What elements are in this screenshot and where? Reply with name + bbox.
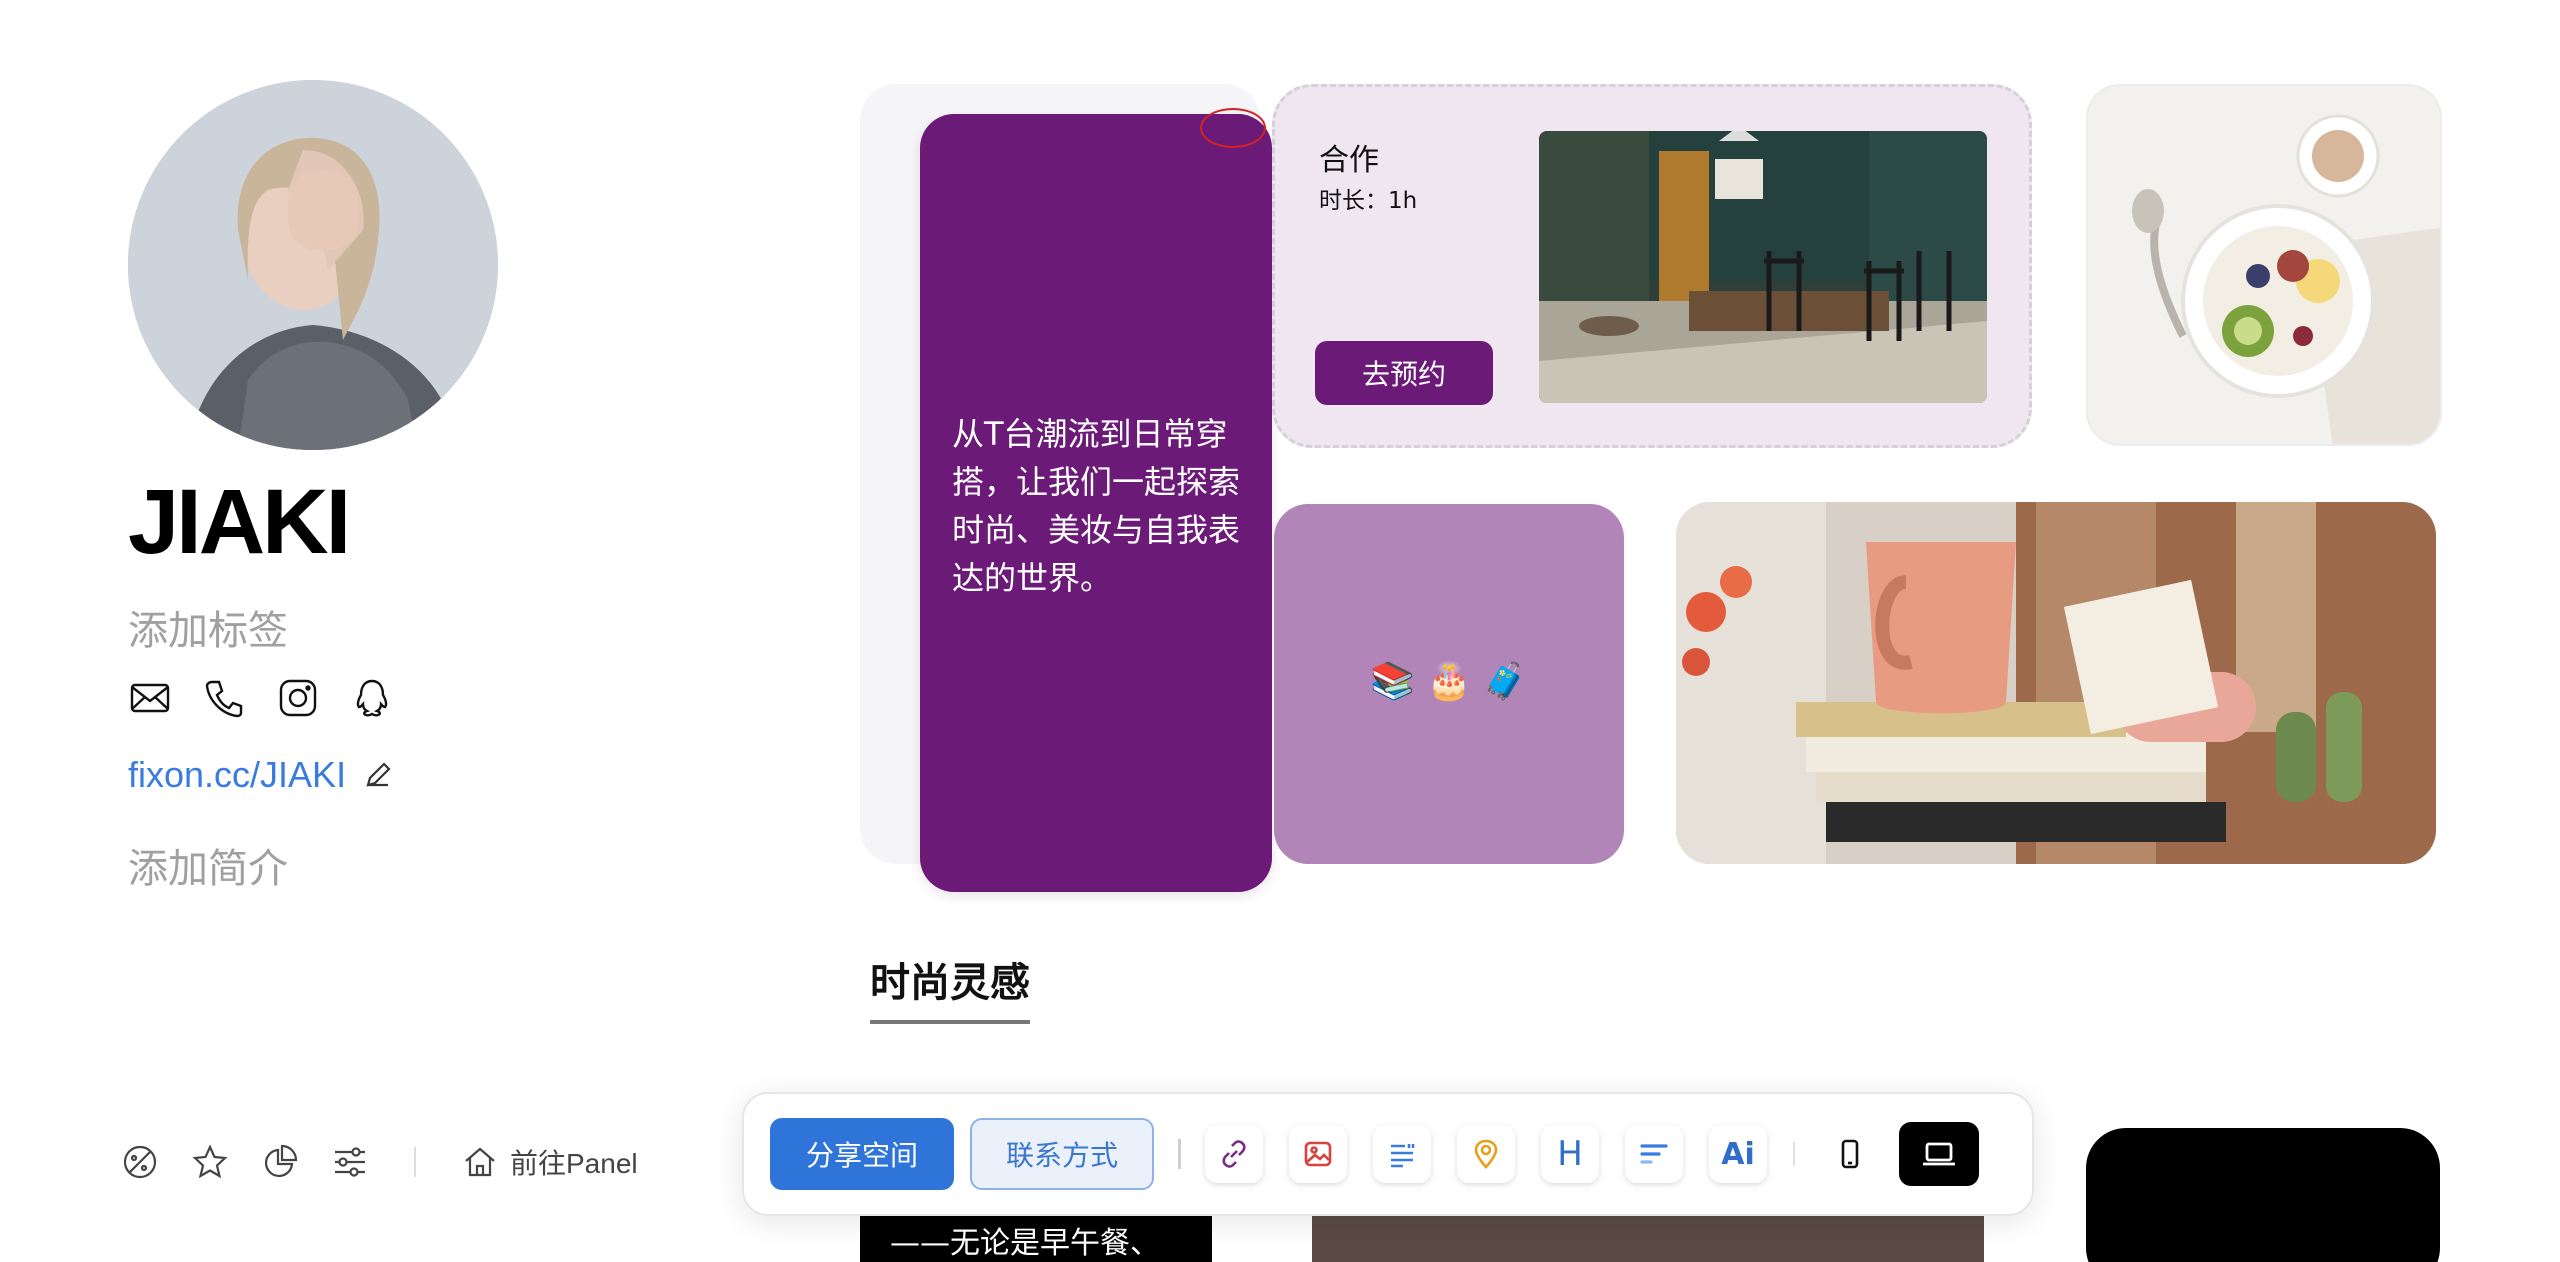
ai-glyph: Ai	[1721, 1136, 1755, 1172]
contact-button[interactable]: 联系方式	[970, 1118, 1154, 1190]
mobile-icon[interactable]	[1821, 1125, 1879, 1183]
star-icon[interactable]	[190, 1142, 230, 1182]
ai-icon[interactable]: Ai	[1709, 1125, 1767, 1183]
social-links	[128, 676, 394, 720]
image-icon[interactable]	[1289, 1125, 1347, 1183]
phone-icon[interactable]	[202, 676, 246, 720]
peek-text: ——无论是早午餐、	[890, 1226, 1160, 1261]
avatar-photo	[128, 80, 498, 450]
book-button[interactable]: 去预约	[1315, 341, 1493, 405]
peek-photo-card[interactable]	[1312, 1216, 1984, 1262]
peek-black-card[interactable]	[2086, 1128, 2440, 1262]
section-underline	[870, 1020, 1030, 1024]
text-icon[interactable]	[1373, 1125, 1431, 1183]
link-icon[interactable]	[1205, 1125, 1263, 1183]
palette-icon[interactable]	[120, 1142, 160, 1182]
qq-icon[interactable]	[350, 676, 394, 720]
cafe-image	[1539, 131, 1987, 403]
go-to-panel-label: 前往Panel	[510, 1148, 638, 1179]
mug-image	[1676, 502, 2436, 864]
toolbar-divider	[1178, 1139, 1181, 1169]
breakfast-image	[2088, 86, 2440, 444]
editor-toolbar: 分享空间 联系方式 H Ai	[742, 1092, 2034, 1216]
location-icon[interactable]	[1457, 1125, 1515, 1183]
booking-duration: 时长：1h	[1319, 188, 1418, 214]
go-to-panel-link[interactable]: 前往Panel	[460, 1142, 638, 1182]
avatar[interactable]	[128, 80, 498, 450]
peek-text-card[interactable]: ——无论是早午餐、	[860, 1216, 1212, 1262]
add-tag-button[interactable]: 添加标签	[128, 598, 288, 656]
profile-name: JIAKI	[128, 471, 351, 573]
add-bio-button[interactable]: 添加简介	[128, 836, 288, 894]
share-space-button[interactable]: 分享空间	[770, 1118, 954, 1190]
bottom-tool-bar: 前往Panel	[120, 1142, 638, 1182]
resize-handle[interactable]	[1200, 108, 1266, 148]
heading-glyph: H	[1557, 1134, 1583, 1174]
desktop-icon[interactable]	[1899, 1122, 1979, 1186]
home-icon	[460, 1142, 500, 1182]
breakfast-photo-card[interactable]	[2086, 84, 2442, 446]
pie-chart-icon[interactable]	[260, 1142, 300, 1182]
divider	[414, 1147, 416, 1177]
toolbar-divider-thin	[1793, 1142, 1795, 1166]
sections-icon[interactable]	[1625, 1125, 1683, 1183]
profile-link-row: fixon.cc/JIAKI	[128, 754, 394, 796]
instagram-icon[interactable]	[276, 676, 320, 720]
mail-icon[interactable]	[128, 676, 172, 720]
profile-link[interactable]: fixon.cc/JIAKI	[128, 754, 346, 796]
emoji-card[interactable]: 📚 🎂 🧳	[1274, 504, 1624, 864]
emoji-row: 📚 🎂 🧳	[1370, 661, 1528, 702]
mug-photo-card[interactable]	[1676, 502, 2436, 864]
sliders-icon[interactable]	[330, 1142, 370, 1182]
booking-card[interactable]: 合作 时长：1h 去预约	[1272, 84, 2032, 448]
edit-icon[interactable]	[362, 759, 394, 791]
section-title: 时尚灵感	[870, 960, 1030, 1006]
booking-title: 合作	[1319, 143, 1379, 178]
text-card[interactable]: 从T台潮流到日常穿搭，让我们一起探索时尚、美妆与自我表达的世界。	[920, 114, 1272, 892]
text-card-content: 从T台潮流到日常穿搭，让我们一起探索时尚、美妆与自我表达的世界。	[952, 415, 1241, 597]
heading-icon[interactable]: H	[1541, 1125, 1599, 1183]
